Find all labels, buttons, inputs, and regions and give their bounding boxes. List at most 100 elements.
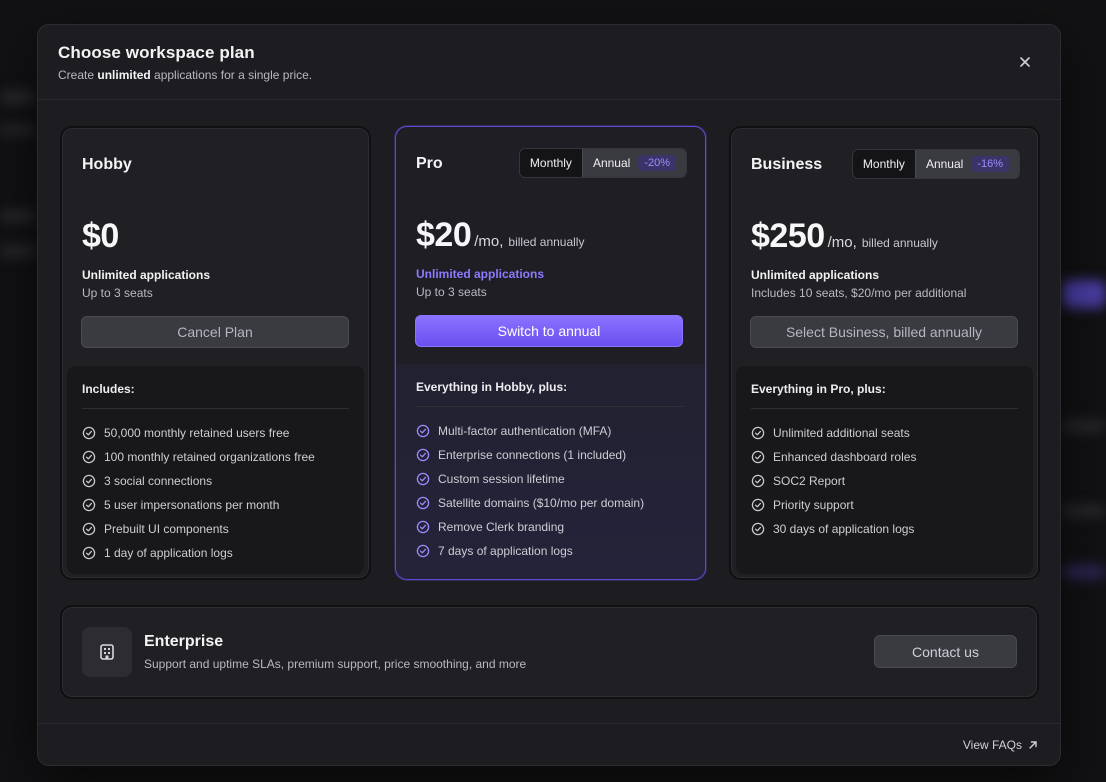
dialog-subtitle: Create unlimited applications for a sing… xyxy=(58,68,1040,82)
switch-to-annual-button[interactable]: Switch to annual xyxy=(415,315,683,347)
feature-item: Priority support xyxy=(751,493,1018,517)
background-decoration xyxy=(0,90,35,104)
check-circle-icon xyxy=(82,474,96,488)
plan-price: $0 xyxy=(82,217,119,255)
discount-badge: -20% xyxy=(638,155,676,171)
feature-label: 1 day of application logs xyxy=(104,546,233,560)
close-icon xyxy=(1020,57,1030,67)
feature-item: Prebuilt UI components xyxy=(82,517,349,541)
plan-applications: Unlimited applications xyxy=(751,268,880,282)
background-decoration xyxy=(1062,505,1106,517)
feature-item: Satellite domains ($10/mo per domain) xyxy=(416,491,690,515)
plan-card-hobby: Hobby $0 Unlimited applications Up to 3 … xyxy=(60,126,371,580)
enterprise-card: Enterprise Support and uptime SLAs, prem… xyxy=(60,605,1039,699)
enterprise-title: Enterprise xyxy=(144,633,224,650)
feature-label: 100 monthly retained organizations free xyxy=(104,450,315,464)
feature-item: 5 user impersonations per month xyxy=(82,493,349,517)
billing-toggle: Monthly Annual -16% xyxy=(851,149,1020,179)
cancel-plan-button[interactable]: Cancel Plan xyxy=(81,316,349,348)
feature-item: Multi-factor authentication (MFA) xyxy=(416,419,690,443)
feature-label: Priority support xyxy=(773,498,854,512)
subtitle-bold: unlimited xyxy=(97,68,151,82)
building-icon xyxy=(100,644,114,660)
check-circle-icon xyxy=(416,448,430,462)
check-circle-icon xyxy=(416,544,430,558)
check-circle-icon xyxy=(82,498,96,512)
check-circle-icon xyxy=(416,520,430,534)
feature-item: Unlimited additional seats xyxy=(751,421,1018,445)
background-decoration xyxy=(0,210,35,222)
feature-label: 3 social connections xyxy=(104,474,213,488)
feature-label: Prebuilt UI components xyxy=(104,522,229,536)
plan-price: $20 xyxy=(416,216,472,254)
feature-item: 7 days of application logs xyxy=(416,539,690,563)
check-circle-icon xyxy=(751,474,765,488)
feature-label: 30 days of application logs xyxy=(773,522,915,536)
contact-us-button[interactable]: Contact us xyxy=(874,635,1017,668)
feature-list: Everything in Pro, plus: Unlimited addit… xyxy=(736,366,1033,574)
background-decoration xyxy=(1062,420,1106,432)
annual-label: Annual xyxy=(925,157,964,171)
billing-toggle: Monthly Annual -20% xyxy=(518,148,687,178)
feature-item: 1 day of application logs xyxy=(82,541,349,565)
plan-seats: Up to 3 seats xyxy=(82,286,153,300)
subtitle-suffix: applications for a single price. xyxy=(150,68,313,82)
feature-label: Remove Clerk branding xyxy=(438,520,565,534)
feature-item: Enhanced dashboard roles xyxy=(751,445,1018,469)
view-faqs-link[interactable]: View FAQs xyxy=(963,738,1038,752)
check-circle-icon xyxy=(416,472,430,486)
background-decoration xyxy=(0,245,35,257)
price-unit: /mo, xyxy=(474,233,504,250)
billing-annual-option[interactable]: Annual -16% xyxy=(914,150,1019,178)
plan-applications: Unlimited applications xyxy=(82,268,211,282)
feature-label: Custom session lifetime xyxy=(438,472,565,486)
feature-item: Enterprise connections (1 included) xyxy=(416,443,690,467)
feature-label: Enhanced dashboard roles xyxy=(773,450,917,464)
price-row: $250 /mo, billed annually xyxy=(751,217,938,256)
faq-label: View FAQs xyxy=(962,738,1022,752)
enterprise-icon-container xyxy=(82,627,132,677)
feature-label: Multi-factor authentication (MFA) xyxy=(438,424,612,438)
check-circle-icon xyxy=(416,496,430,510)
check-circle-icon xyxy=(82,426,96,440)
price-billing: billed annually xyxy=(508,235,585,249)
feature-label: Satellite domains ($10/mo per domain) xyxy=(438,496,645,510)
plan-seats: Includes 10 seats, $20/mo per additional xyxy=(751,286,967,300)
plan-seats: Up to 3 seats xyxy=(416,285,487,299)
plan-card-business: Business Monthly Annual -16% $250 /mo, bi… xyxy=(729,126,1040,580)
background-decoration xyxy=(0,125,35,135)
plan-card-pro: Pro Monthly Annual -20% $20 /mo, billed a… xyxy=(395,126,706,580)
feature-label: 50,000 monthly retained users free xyxy=(104,426,290,440)
billing-monthly-option[interactable]: Monthly xyxy=(853,150,915,178)
arrow-up-right-icon xyxy=(1029,741,1037,749)
background-decoration xyxy=(1062,565,1106,579)
enterprise-description: Support and uptime SLAs, premium support… xyxy=(144,657,527,671)
feature-item: 3 social connections xyxy=(82,469,349,493)
feature-item: Remove Clerk branding xyxy=(416,515,690,539)
check-circle-icon xyxy=(82,522,96,536)
feature-list: Everything in Hobby, plus: Multi-factor … xyxy=(396,364,705,579)
check-circle-icon xyxy=(751,450,765,464)
select-business-button[interactable]: Select Business, billed annually xyxy=(750,316,1018,348)
discount-badge: -16% xyxy=(971,156,1009,172)
dialog-title: Choose workspace plan xyxy=(58,43,255,62)
feature-list: Includes: 50,000 monthly retained users … xyxy=(67,366,364,574)
check-circle-icon xyxy=(82,546,96,560)
plan-applications: Unlimited applications xyxy=(416,267,545,281)
check-circle-icon xyxy=(82,450,96,464)
billing-annual-option[interactable]: Annual -20% xyxy=(581,149,686,177)
check-circle-icon xyxy=(751,522,765,536)
feature-item: SOC2 Report xyxy=(751,469,1018,493)
feature-label: 7 days of application logs xyxy=(438,544,573,558)
price-unit: /mo, xyxy=(827,234,857,251)
billing-monthly-option[interactable]: Monthly xyxy=(520,149,582,177)
annual-label: Annual xyxy=(592,156,631,170)
check-circle-icon xyxy=(751,426,765,440)
features-title: Includes: xyxy=(82,382,349,409)
price-row: $0 xyxy=(82,217,119,256)
dialog-header: Choose workspace plan Create unlimited a… xyxy=(38,25,1060,100)
feature-item: 100 monthly retained organizations free xyxy=(82,445,349,469)
close-button[interactable] xyxy=(1014,51,1036,73)
price-billing: billed annually xyxy=(861,236,938,250)
plan-price: $250 xyxy=(751,217,825,255)
